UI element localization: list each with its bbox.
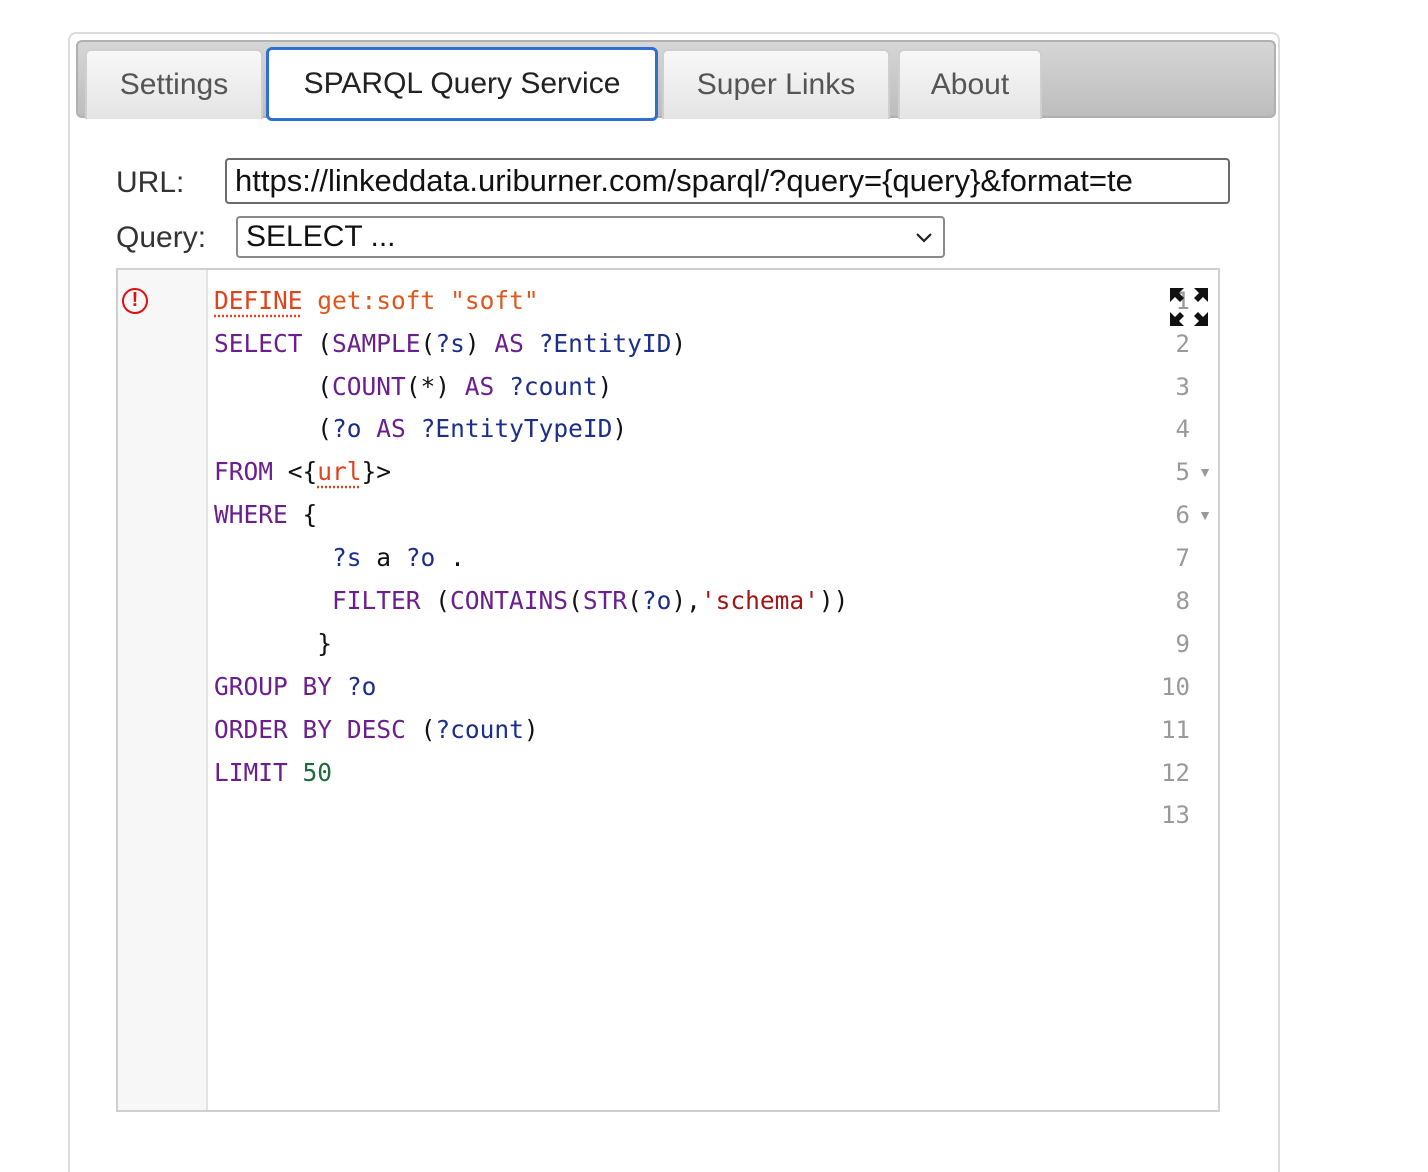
line-number: 2 [1175, 329, 1190, 358]
line-number: 11 [1161, 715, 1190, 744]
code-text: } [214, 629, 333, 658]
code-text: SELECT (SAMPLE(?s) AS ?EntityID) [214, 329, 687, 358]
tab-about[interactable]: About [898, 49, 1042, 119]
fold-icon[interactable]: ▼ [1198, 507, 1212, 523]
query-select-value: SELECT ... [246, 220, 396, 253]
code-text: ?s a ?o . [332, 543, 465, 572]
code-text: LIMIT 50 [214, 758, 333, 787]
fold-icon[interactable]: ▼ [1198, 464, 1212, 480]
code-text: FROM <{url}> [214, 457, 392, 486]
code-line: 2 SELECT (SAMPLE(?s) AS ?EntityID) [118, 322, 1218, 365]
code-line: 10 GROUP BY ?o [118, 665, 1218, 708]
code-text: (COUNT(*) AS ?count) [214, 372, 613, 401]
tab-settings[interactable]: Settings [85, 49, 263, 119]
code-text: GROUP BY ?o [214, 672, 377, 701]
expand-icon[interactable] [1168, 286, 1210, 328]
code-text: DEFINE get:soft "soft" [214, 286, 539, 315]
code-line: 11 ORDER BY DESC (?count) [118, 708, 1218, 751]
chevron-down-icon [916, 233, 932, 243]
code-text: ORDER BY DESC (?count) [214, 715, 539, 744]
query-select[interactable]: SELECT ... [236, 216, 945, 258]
line-number: 4 [1175, 414, 1190, 443]
code-line: 8 FILTER (CONTAINS(STR(?o),'schema')) [118, 579, 1218, 622]
line-number: 12 [1161, 758, 1190, 787]
code-line: 12 LIMIT 50 [118, 751, 1218, 794]
line-number: 5 [1175, 457, 1190, 486]
url-input[interactable] [225, 158, 1230, 204]
line-number: 9 [1175, 629, 1190, 658]
code-line: ! 1 DEFINE get:soft "soft" [118, 279, 1218, 322]
code-line: 5 ▼ FROM <{url}> [118, 450, 1218, 493]
code-line: 7 ?s a ?o . [118, 536, 1218, 579]
tab-super-links[interactable]: Super Links [662, 49, 890, 119]
line-number: 10 [1161, 672, 1190, 701]
code-text: WHERE { [214, 500, 318, 529]
code-line: 6 ▼ WHERE { [118, 493, 1218, 536]
url-label: URL: [116, 166, 185, 199]
sparql-code-editor[interactable]: ! 1 DEFINE get:soft "soft" 2 SELECT (SAM… [116, 268, 1220, 1112]
code-line: 3 (COUNT(*) AS ?count) [118, 365, 1218, 408]
line-number: 6 [1175, 500, 1190, 529]
code-text: (?o AS ?EntityTypeID) [214, 414, 628, 443]
line-number: 8 [1175, 586, 1190, 615]
query-label: Query: [116, 221, 207, 254]
code-text: FILTER (CONTAINS(STR(?o),'schema')) [332, 586, 849, 615]
line-number: 3 [1175, 372, 1190, 401]
line-number: 7 [1175, 543, 1190, 572]
code-line: 9 } [118, 622, 1218, 665]
tab-sparql-query-service[interactable]: SPARQL Query Service [266, 47, 658, 121]
line-number: 13 [1161, 800, 1190, 829]
error-icon[interactable]: ! [122, 287, 148, 314]
code-line: 13 [118, 793, 1218, 836]
code-line: 4 (?o AS ?EntityTypeID) [118, 407, 1218, 450]
